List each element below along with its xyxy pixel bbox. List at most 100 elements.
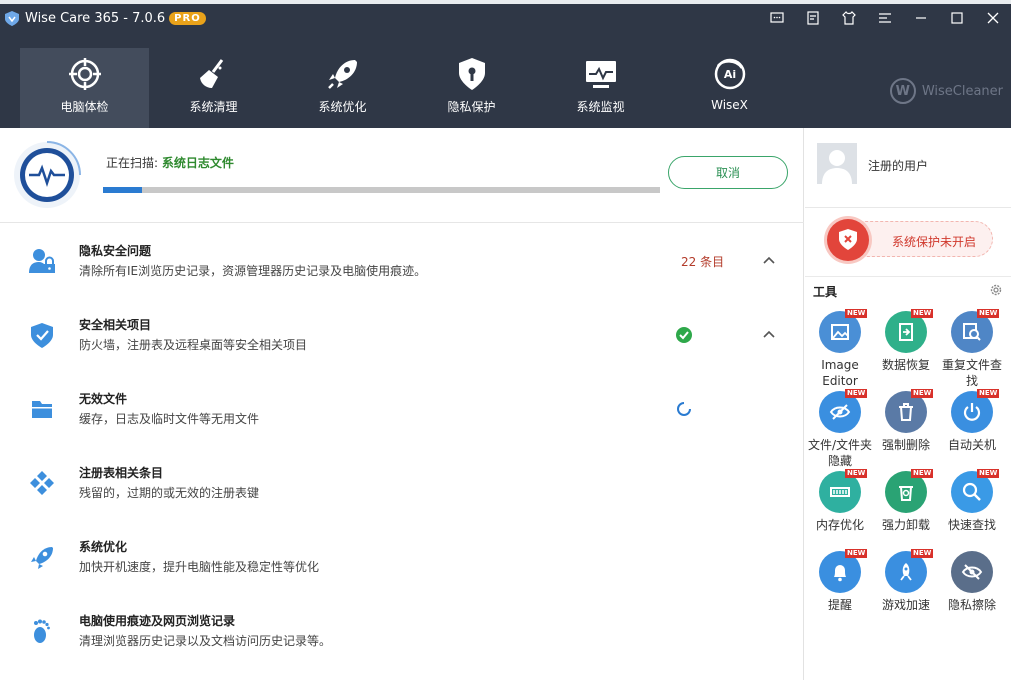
tool-force-uninstall[interactable]: NEW 强力卸载 [873, 469, 939, 551]
item-title: 系统优化 [79, 540, 128, 554]
checkup-panel: 正在扫描: 系统日志文件 取消 隐私安全问题 清除所有IE浏览历史记录，资源管理… [0, 128, 804, 680]
protection-status[interactable]: 系统保护未开启 [827, 219, 993, 261]
nav-monitor[interactable]: 系统监视 [536, 48, 665, 128]
wisecleaner-brand: W WiseCleaner [889, 78, 1003, 104]
app-header: Wise Care 365 - 7.0.6 PRO 电脑体检 系统清理 系统优化… [0, 4, 1011, 128]
new-badge: NEW [977, 469, 1000, 478]
tool-label: 隐私擦除 [947, 598, 996, 612]
cancel-button[interactable]: 取消 [668, 156, 788, 189]
nav-label: 隐私保护 [447, 100, 496, 114]
tool-reminder[interactable]: NEW 提醒 [807, 549, 873, 631]
protection-off-icon [827, 219, 869, 261]
checkup-items: 隐私安全问题 清除所有IE浏览历史记录，资源管理器历史记录及电脑使用痕迹。 22… [0, 223, 804, 667]
nav-privacy[interactable]: 隐私保护 [407, 48, 536, 128]
main-nav: 电脑体检 系统清理 系统优化 隐私保护 系统监视 Ai WiseX [20, 48, 794, 128]
tool-label: 强制删除 [881, 438, 930, 452]
scan-pulse-icon [14, 141, 81, 208]
feedback-icon[interactable] [759, 4, 795, 32]
list-item[interactable]: 电脑使用痕迹及网页浏览记录 清理浏览器历史记录以及文档访问历史记录等。 [0, 593, 804, 667]
tool-file-hide[interactable]: NEW 文件/文件夹隐藏 [807, 389, 873, 471]
chevron-up-icon[interactable] [762, 253, 776, 267]
nav-wisex[interactable]: Ai WiseX [665, 48, 794, 128]
gear-icon[interactable] [989, 283, 1003, 297]
list-item[interactable]: 安全相关项目 防火墙，注册表及远程桌面等安全相关项目 [0, 297, 804, 371]
item-title: 注册表相关条目 [79, 466, 164, 480]
tool-memory-optimize[interactable]: NEW 内存优化 [807, 469, 873, 551]
new-badge: NEW [911, 389, 934, 398]
protection-label: 系统保护未开启 [892, 235, 977, 249]
tool-label: 内存优化 [815, 518, 864, 532]
list-item[interactable]: 注册表相关条目 残留的，过期的或无效的注册表键 [0, 445, 804, 519]
new-badge: NEW [845, 549, 868, 558]
new-badge: NEW [845, 309, 868, 318]
tool-force-delete[interactable]: NEW 强制删除 [873, 389, 939, 471]
check-circle-icon [676, 327, 692, 343]
svg-text:Ai: Ai [723, 68, 735, 81]
app-title: Wise Care 365 - 7.0.6 [25, 10, 166, 26]
maximize-icon[interactable] [939, 4, 975, 32]
item-count: 22 条目 [681, 255, 725, 269]
tool-game-boost[interactable]: NEW 游戏加速 [873, 549, 939, 631]
app-logo-icon [5, 10, 19, 26]
loading-spinner-icon [677, 402, 691, 416]
item-desc: 加快开机速度，提升电脑性能及稳定性等优化 [79, 560, 320, 574]
minimize-icon[interactable] [903, 4, 939, 32]
scan-prefix: 正在扫描: [106, 156, 159, 170]
tool-quick-search[interactable]: NEW 快速查找 [939, 469, 1005, 551]
wisecleaner-logo-icon: W [889, 78, 916, 104]
nav-optimize[interactable]: 系统优化 [278, 48, 407, 128]
tools-header: 工具 [805, 276, 1011, 300]
avatar[interactable] [817, 143, 857, 184]
tool-label: 重复文件查找 [941, 358, 1002, 388]
chevron-up-icon[interactable] [762, 327, 776, 341]
footprint-icon [34, 619, 50, 643]
folder-icon [32, 401, 52, 418]
new-badge: NEW [911, 309, 934, 318]
tool-auto-shutdown[interactable]: NEW 自动关机 [939, 389, 1005, 471]
tool-duplicate-finder[interactable]: NEW 重复文件查找 [939, 309, 1005, 391]
tool-label: 提醒 [827, 598, 852, 612]
wisex-ai-icon: Ai [714, 58, 745, 90]
lock-shield-icon [458, 58, 485, 90]
scan-progress-fill [103, 187, 142, 193]
list-item[interactable]: 无效文件 缓存，日志及临时文件等无用文件 [0, 371, 804, 445]
notes-icon[interactable] [795, 4, 831, 32]
crosshair-icon [68, 58, 101, 90]
nav-cleanup[interactable]: 系统清理 [149, 48, 278, 128]
tool-data-recovery[interactable]: NEW 数据恢复 [873, 309, 939, 391]
list-item[interactable]: 隐私安全问题 清除所有IE浏览历史记录，资源管理器历史记录及电脑使用痕迹。 22… [0, 223, 804, 297]
broom-icon [199, 59, 223, 88]
monitor-icon [585, 61, 616, 88]
new-badge: NEW [911, 469, 934, 478]
tool-privacy-eraser[interactable]: 隐私擦除 [939, 551, 1005, 631]
menu-icon[interactable] [867, 4, 903, 32]
brand-label: WiseCleaner [921, 83, 1003, 99]
tool-label: 自动关机 [947, 438, 996, 452]
item-desc: 缓存，日志及临时文件等无用文件 [79, 412, 260, 426]
user-name[interactable]: 注册的用户 [868, 157, 928, 174]
tool-label: 数据恢复 [881, 358, 930, 372]
nav-label: 电脑体检 [60, 100, 109, 114]
scan-status: 正在扫描: 系统日志文件 [106, 154, 234, 171]
new-badge: NEW [845, 469, 868, 478]
user-silhouette-icon [822, 150, 852, 184]
nav-label: 系统监视 [576, 100, 625, 114]
item-desc: 清理浏览器历史记录以及文档访问历史记录等。 [79, 634, 332, 648]
tool-image-editor[interactable]: NEW Image Editor [807, 309, 873, 391]
user-lock-icon [29, 249, 55, 273]
nav-label: 系统优化 [318, 100, 367, 114]
rocket-icon [327, 60, 357, 89]
scan-progress-bar [103, 187, 660, 193]
scan-target: 系统日志文件 [161, 156, 234, 170]
nav-checkup[interactable]: 电脑体检 [20, 48, 149, 128]
close-icon[interactable] [975, 4, 1011, 32]
item-desc: 残留的，过期的或无效的注册表键 [79, 486, 260, 500]
tool-label: 强力卸载 [881, 518, 930, 532]
item-title: 隐私安全问题 [79, 244, 152, 258]
skin-shirt-icon[interactable] [831, 4, 867, 32]
registry-diamond-icon [30, 471, 54, 495]
user-panel: 注册的用户 [805, 128, 1011, 208]
list-item[interactable]: 系统优化 加快开机速度，提升电脑性能及稳定性等优化 [0, 519, 804, 593]
window-controls [759, 4, 1011, 32]
item-title: 电脑使用痕迹及网页浏览记录 [79, 614, 236, 628]
